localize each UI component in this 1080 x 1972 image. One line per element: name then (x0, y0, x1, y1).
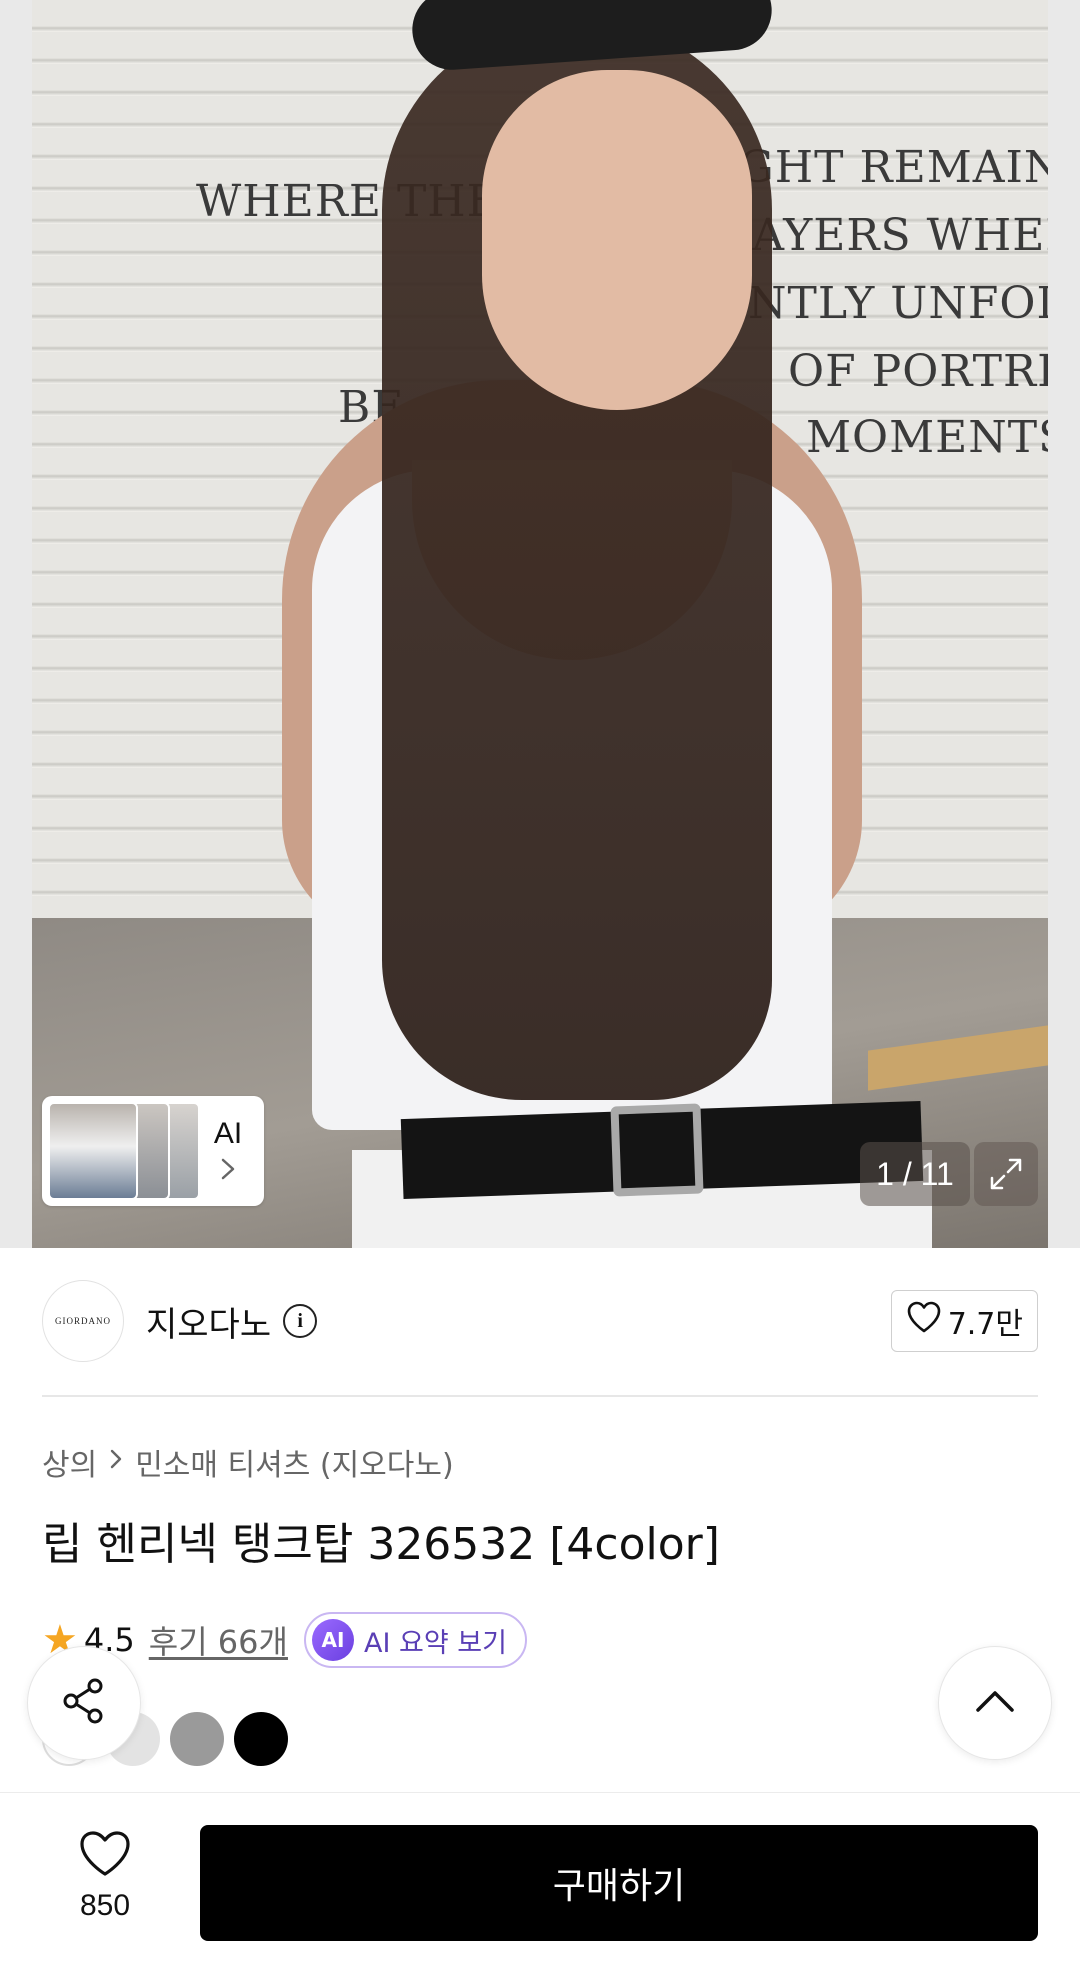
divider (42, 1395, 1038, 1397)
buy-button[interactable]: 구매하기 (200, 1825, 1038, 1941)
chevron-up-icon (973, 1686, 1017, 1720)
product-title: 립 헨리넥 탱크탑 326532 [4color] (42, 1519, 720, 1570)
brand-like-button[interactable]: 7.7만 (890, 1290, 1038, 1352)
wishlist-count: 850 (79, 1889, 131, 1922)
share-button[interactable] (27, 1646, 141, 1760)
color-swatch-gray[interactable] (170, 1712, 224, 1766)
brand-name[interactable]: 지오다노 (146, 1297, 271, 1346)
info-icon[interactable]: i (283, 1304, 318, 1338)
scroll-to-top-button[interactable] (938, 1646, 1052, 1760)
thumbnail-side: AI (198, 1117, 258, 1186)
brand-row: GIORDANO 지오다노 i 7.7만 (42, 1280, 1038, 1362)
expand-icon[interactable] (974, 1142, 1038, 1206)
model-face (482, 70, 752, 410)
belt-buckle (610, 1103, 704, 1197)
ai-thumbnail-card[interactable]: AI (42, 1096, 264, 1206)
image-counter: 1 / 11 (860, 1142, 970, 1206)
product-image-gallery[interactable]: WHERE THE LIGHT REMAINS. LAYERS WHERE NT… (0, 0, 1080, 1248)
breadcrumb: 상의 민소매 티셔츠 (지오다노) (42, 1440, 454, 1484)
brand-logo[interactable]: GIORDANO (42, 1280, 124, 1362)
chevron-right-icon (219, 1157, 237, 1186)
thumbnail-stack (48, 1102, 200, 1200)
color-swatch-black[interactable] (234, 1712, 288, 1766)
product-photo[interactable]: WHERE THE LIGHT REMAINS. LAYERS WHERE NT… (32, 0, 1048, 1248)
review-count-link[interactable]: 후기 66개 (149, 1617, 288, 1663)
share-icon (57, 1674, 111, 1732)
ai-summary-button[interactable]: AI AI 요약 보기 (303, 1612, 527, 1668)
heart-icon (78, 1829, 132, 1883)
thumbnail-ai-label: AI (213, 1116, 243, 1150)
ai-summary-label: AI 요약 보기 (363, 1627, 507, 1659)
heart-icon (906, 1300, 942, 1342)
wishlist-button[interactable]: 850 (60, 1829, 150, 1923)
thumbnail-image (48, 1102, 138, 1200)
breadcrumb-item[interactable]: 상의 (42, 1440, 97, 1484)
breadcrumb-item[interactable]: 민소매 티셔츠 (지오다노) (135, 1440, 453, 1484)
ai-badge-icon: AI (311, 1619, 354, 1661)
chevron-right-icon (109, 1447, 123, 1477)
brand-like-count: 7.7만 (947, 1307, 1023, 1342)
model-figure (202, 0, 932, 1248)
bottom-action-bar: 850 구매하기 (0, 1792, 1080, 1972)
